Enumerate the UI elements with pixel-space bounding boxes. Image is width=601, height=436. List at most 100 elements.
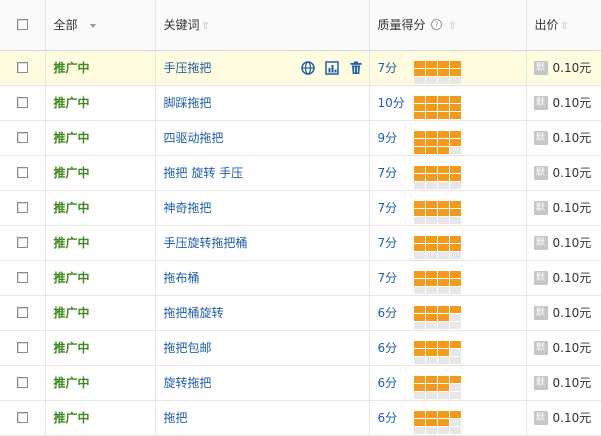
quality-bar-cell [413, 243, 425, 251]
bid-header[interactable]: 出价 ⇧ [526, 0, 601, 51]
chevron-down-icon[interactable] [89, 23, 96, 28]
quality-bar-cell [449, 251, 461, 259]
keyword-link[interactable]: 拖把 [164, 411, 188, 425]
price-value[interactable]: 0.10元 [553, 236, 592, 250]
quality-score[interactable]: 7分 [378, 59, 414, 76]
quality-score[interactable]: 7分 [378, 234, 414, 251]
quality-bar-cell [449, 216, 461, 224]
row-checkbox[interactable] [16, 132, 28, 143]
quality-bar-cell [413, 286, 425, 294]
quality-score[interactable]: 9分 [378, 129, 414, 146]
sort-up-arrow-icon[interactable]: ⇧ [561, 21, 569, 32]
quality-bar [413, 200, 461, 224]
quality-score[interactable]: 6分 [378, 339, 414, 356]
quality-bar-cell [413, 208, 425, 216]
price-value[interactable]: 0.10元 [553, 341, 592, 355]
status-cell: 推广中 [45, 190, 156, 226]
quality-bar-cell [425, 356, 437, 364]
quality-bar-cell [425, 391, 437, 399]
quality-score[interactable]: 6分 [378, 374, 414, 391]
quality-bar-cell [437, 286, 449, 294]
quality-score[interactable]: 7分 [378, 199, 414, 216]
table-row[interactable]: 推广中 四驱动拖把 9分 默 0.10元 [0, 120, 601, 156]
keyword-link[interactable]: 脚踩拖把 [164, 96, 212, 110]
status-filter-header[interactable]: 全部 [45, 0, 156, 51]
keyword-link[interactable]: 神奇拖把 [164, 201, 212, 215]
quality-bar-cell [425, 95, 437, 103]
quality-bar-cell [437, 383, 449, 391]
row-checkbox[interactable] [16, 202, 28, 213]
price-cell: 默 0.10元 [526, 295, 601, 331]
sort-up-arrow-icon[interactable]: ⇧ [448, 21, 456, 32]
row-checkbox[interactable] [16, 237, 28, 248]
price-value[interactable]: 0.10元 [553, 411, 592, 425]
quality-score[interactable]: 7分 [378, 269, 414, 286]
table-row[interactable]: 推广中 拖布桶 7分 默 0.10元 [0, 260, 601, 296]
quality-bar-cell [413, 95, 425, 103]
row-checkbox[interactable] [16, 97, 28, 108]
keyword-header[interactable]: 关键词 ⇧ [155, 0, 370, 51]
row-checkbox[interactable] [16, 342, 28, 353]
row-checkbox[interactable] [16, 167, 28, 178]
quality-bar-cell [413, 375, 425, 383]
select-all-checkbox[interactable] [16, 19, 28, 31]
help-icon[interactable]: ? [431, 19, 443, 31]
price-value[interactable]: 0.10元 [553, 131, 592, 145]
keyword-link[interactable]: 四驱动拖把 [164, 131, 224, 145]
table-row[interactable]: 推广中 神奇拖把 7分 默 0.10元 [0, 190, 601, 226]
price-value[interactable]: 0.10元 [553, 96, 592, 110]
sort-up-arrow-icon[interactable]: ⇧ [202, 21, 210, 32]
row-checkbox[interactable] [16, 307, 28, 318]
quality-header[interactable]: 质量得分 ? ⇧ [369, 0, 527, 51]
table-row[interactable]: 推广中 拖把包邮 6分 默 0.10元 [0, 330, 601, 366]
row-checkbox[interactable] [16, 272, 28, 283]
keyword-link[interactable]: 手压旋转拖把桶 [164, 236, 248, 250]
keyword-cell: 手压旋转拖把桶 [155, 225, 370, 261]
row-checkbox[interactable] [16, 377, 28, 388]
quality-bar-cell [425, 68, 437, 76]
keyword-link[interactable]: 拖把包邮 [164, 341, 212, 355]
table-row[interactable]: 推广中 脚踩拖把 10分 默 0.10元 [0, 85, 601, 121]
quality-score[interactable]: 10分 [378, 94, 414, 111]
quality-score[interactable]: 7分 [378, 164, 414, 181]
quality-cell: 6分 [369, 295, 527, 331]
bid-header-label: 出价 [534, 18, 559, 33]
globe-icon[interactable] [300, 60, 315, 75]
table-row[interactable]: 推广中 旋转拖把 6分 默 0.10元 [0, 365, 601, 401]
quality-bar-cell [425, 375, 437, 383]
price-cell: 默 0.10元 [526, 190, 601, 226]
keyword-link[interactable]: 拖把 旋转 手压 [164, 166, 244, 180]
quality-bar-cell [449, 243, 461, 251]
price-value[interactable]: 0.10元 [553, 271, 592, 285]
price-value[interactable]: 0.10元 [553, 61, 592, 75]
price-value[interactable]: 0.10元 [553, 376, 592, 390]
quality-bar-cell [437, 270, 449, 278]
keyword-link[interactable]: 旋转拖把 [164, 376, 212, 390]
quality-score[interactable]: 6分 [378, 409, 414, 426]
table-row[interactable]: 推广中 手压旋转拖把桶 7分 默 0.10元 [0, 225, 601, 261]
price-value[interactable]: 0.10元 [553, 166, 592, 180]
keyword-link[interactable]: 拖把桶旋转 [164, 306, 224, 320]
quality-bar-cell [425, 130, 437, 138]
table-row[interactable]: 推广中 拖把 旋转 手压 7分 默 0.10元 [0, 155, 601, 191]
quality-cell: 7分 [369, 155, 527, 191]
table-row[interactable]: 推广中 拖把桶旋转 6分 默 0.10元 [0, 295, 601, 331]
row-select-cell [0, 330, 46, 366]
row-select-cell [0, 295, 46, 331]
chart-icon[interactable] [324, 60, 339, 75]
quality-bar-cell [437, 173, 449, 181]
price-value[interactable]: 0.10元 [553, 201, 592, 215]
quality-bar-cell [437, 138, 449, 146]
table-row[interactable]: 推广中 手压拖把 7分 默 0.10元 [0, 50, 601, 86]
price-value[interactable]: 0.10元 [553, 306, 592, 320]
quality-bar-cell [425, 146, 437, 154]
row-checkbox[interactable] [16, 62, 28, 73]
keyword-link[interactable]: 手压拖把 [164, 61, 212, 75]
quality-score[interactable]: 6分 [378, 304, 414, 321]
row-checkbox[interactable] [16, 412, 28, 423]
trash-icon[interactable] [349, 61, 363, 75]
price-cell: 默 0.10元 [526, 155, 601, 191]
keyword-link[interactable]: 拖布桶 [164, 271, 200, 285]
quality-bar-cell [413, 68, 425, 76]
table-row[interactable]: 推广中 拖把 6分 默 0.10元 [0, 400, 601, 436]
